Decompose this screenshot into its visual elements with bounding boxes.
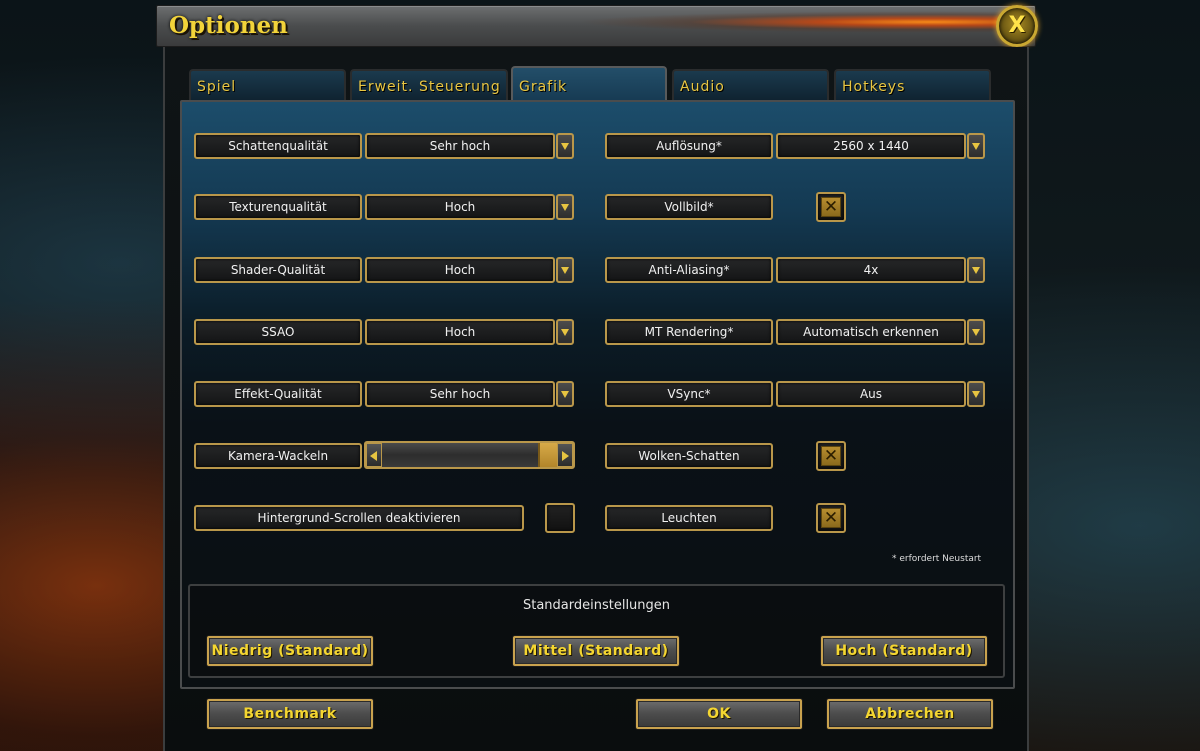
chevron-down-icon[interactable] [556,133,574,159]
shader-quality-label: Shader-Qualität [194,257,362,283]
shadow-quality-label: Schattenqualität [194,133,362,159]
ok-button[interactable]: OK [636,699,802,729]
effect-quality-label: Effekt-Qualität [194,381,362,407]
cloud-shadows-label: Wolken-Schatten [605,443,773,469]
chevron-down-icon[interactable] [967,133,985,159]
texture-quality-dropdown[interactable]: Hoch [365,194,555,220]
camera-shake-label: Kamera-Wackeln [194,443,362,469]
mt-rendering-label: MT Rendering* [605,319,773,345]
chevron-down-icon[interactable] [556,194,574,220]
fullscreen-label: Vollbild* [605,194,773,220]
arrow-right-icon[interactable] [557,443,573,467]
tab-audio[interactable]: Audio [672,69,829,100]
chevron-down-icon[interactable] [556,257,574,283]
chevron-down-icon[interactable] [967,257,985,283]
checkbox-check-icon: ✕ [821,446,841,466]
cancel-button[interactable]: Abbrechen [827,699,993,729]
chevron-down-icon[interactable] [556,319,574,345]
glow-checkbox[interactable]: ✕ [816,503,846,533]
preset-high-button[interactable]: Hoch (Standard) [821,636,987,666]
restart-note: * erfordert Neustart [892,554,982,564]
camera-shake-slider[interactable] [364,441,575,469]
resolution-label: Auflösung* [605,133,773,159]
anti-aliasing-label: Anti-Aliasing* [605,257,773,283]
effect-quality-dropdown[interactable]: Sehr hoch [365,381,555,407]
glow-label: Leuchten [605,505,773,531]
defaults-title: Standardeinstellungen [522,598,671,613]
tab-hotkeys[interactable]: Hotkeys [834,69,991,100]
tab-erweit-steuerung[interactable]: Erweit. Steuerung [350,69,508,100]
ssao-dropdown[interactable]: Hoch [365,319,555,345]
window-titlebar: Optionen [156,5,1036,47]
window-title: Optionen [169,12,288,39]
preset-medium-button[interactable]: Mittel (Standard) [513,636,679,666]
checkbox-check-icon: ✕ [821,197,841,217]
texture-quality-label: Texturenqualität [194,194,362,220]
preset-low-button[interactable]: Niedrig (Standard) [207,636,373,666]
background-scroll-checkbox[interactable] [545,503,575,533]
chevron-down-icon[interactable] [967,381,985,407]
vsync-label: VSync* [605,381,773,407]
shader-quality-dropdown[interactable]: Hoch [365,257,555,283]
tab-spiel[interactable]: Spiel [189,69,346,100]
shadow-quality-dropdown[interactable]: Sehr hoch [365,133,555,159]
tab-grafik[interactable]: Grafik [511,66,667,102]
vsync-dropdown[interactable]: Aus [776,381,966,407]
background-scroll-label: Hintergrund-Scrollen deaktivieren [194,505,524,531]
anti-aliasing-dropdown[interactable]: 4x [776,257,966,283]
benchmark-button[interactable]: Benchmark [207,699,373,729]
resolution-dropdown[interactable]: 2560 x 1440 [776,133,966,159]
mt-rendering-dropdown[interactable]: Automatisch erkennen [776,319,966,345]
checkbox-check-icon: ✕ [821,508,841,528]
slider-thumb[interactable] [538,443,557,467]
fullscreen-checkbox[interactable]: ✕ [816,192,846,222]
close-icon[interactable]: X [996,5,1038,47]
chevron-down-icon[interactable] [967,319,985,345]
chevron-down-icon[interactable] [556,381,574,407]
arrow-left-icon[interactable] [366,443,382,467]
cloud-shadows-checkbox[interactable]: ✕ [816,441,846,471]
ssao-label: SSAO [194,319,362,345]
